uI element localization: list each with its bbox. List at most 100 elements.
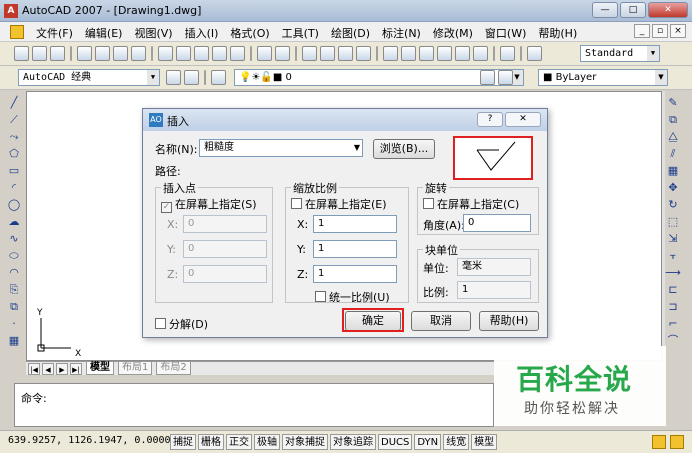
construction-line-icon[interactable]: ⟋: [6, 113, 22, 127]
block-editor-icon[interactable]: [230, 46, 245, 61]
menu-window[interactable]: 窗口(W): [479, 25, 532, 41]
rectangle-icon[interactable]: ▭: [6, 164, 22, 178]
ellipse-arc-icon[interactable]: ◠: [6, 266, 22, 280]
print-icon[interactable]: [77, 46, 92, 61]
copy-object-icon[interactable]: ⧉: [665, 113, 681, 127]
menu-view[interactable]: 视图(V): [128, 25, 178, 41]
markup-icon[interactable]: [455, 46, 470, 61]
menu-file[interactable]: 文件(F): [30, 25, 79, 41]
paste-icon[interactable]: [194, 46, 209, 61]
new-icon[interactable]: [14, 46, 29, 61]
first-tab-icon[interactable]: |◀: [28, 362, 40, 375]
dialog-help-button[interactable]: ?: [477, 112, 503, 127]
dialog-close-button[interactable]: ✕: [505, 112, 541, 127]
text-style-icon[interactable]: [527, 46, 542, 61]
open-icon[interactable]: [32, 46, 47, 61]
scale-on-screen-checkbox[interactable]: 在屏幕上指定(E): [291, 196, 387, 212]
help-icon[interactable]: [500, 46, 515, 61]
rotation-on-screen-checkbox[interactable]: 在屏幕上指定(C): [423, 196, 519, 212]
chamfer-icon[interactable]: ⌐: [665, 317, 681, 331]
otrack-toggle[interactable]: 对象追踪: [330, 434, 376, 450]
document-icon[interactable]: [10, 25, 24, 39]
doc-close-button[interactable]: ×: [670, 24, 686, 38]
menu-draw[interactable]: 绘图(D): [325, 25, 376, 41]
insertion-z-input[interactable]: 0: [183, 265, 267, 283]
menu-edit[interactable]: 编辑(E): [79, 25, 129, 41]
revision-cloud-icon[interactable]: ☁: [6, 215, 22, 229]
autocad-app-icon[interactable]: A: [4, 4, 18, 18]
scale-z-input[interactable]: 1: [313, 265, 397, 283]
color-select[interactable]: ■ ByLayer ▼: [538, 69, 668, 86]
angle-input[interactable]: 0: [463, 214, 531, 232]
insertion-on-screen-checkbox[interactable]: ✓ 在屏幕上指定(S): [161, 196, 257, 213]
doc-minimize-button[interactable]: _: [634, 24, 650, 38]
prev-tab-icon[interactable]: ◀: [42, 362, 54, 375]
help-button[interactable]: 帮助(H): [479, 311, 539, 331]
minimize-button[interactable]: —: [592, 2, 618, 18]
sheet-set-icon[interactable]: [437, 46, 452, 61]
menu-tools[interactable]: 工具(T): [276, 25, 325, 41]
doc-restore-button[interactable]: ▫: [652, 24, 668, 38]
close-button[interactable]: ✕: [648, 2, 688, 18]
line-icon[interactable]: ╱: [6, 96, 22, 110]
offset-icon[interactable]: ⫽: [665, 147, 681, 161]
tool-palettes-icon[interactable]: [419, 46, 434, 61]
fillet-icon[interactable]: ⌒: [665, 334, 681, 348]
workspace-save-icon[interactable]: [184, 70, 199, 85]
preview-icon[interactable]: [95, 46, 110, 61]
insertion-y-input[interactable]: 0: [183, 240, 267, 258]
menu-format[interactable]: 格式(O): [224, 25, 275, 41]
redo-icon[interactable]: [275, 46, 290, 61]
move-icon[interactable]: ✥: [665, 181, 681, 195]
design-center-icon[interactable]: [401, 46, 416, 61]
properties-icon[interactable]: [383, 46, 398, 61]
mirror-icon[interactable]: ⧋: [665, 130, 681, 144]
join-icon[interactable]: ⊐: [665, 300, 681, 314]
zoom-realtime-icon[interactable]: [320, 46, 335, 61]
insert-block-icon[interactable]: ⎘: [6, 283, 22, 297]
break-icon[interactable]: ⊏: [665, 283, 681, 297]
uniform-scale-checkbox[interactable]: 统一比例(U): [315, 289, 390, 305]
polar-toggle[interactable]: 极轴: [254, 434, 280, 450]
stretch-icon[interactable]: ⇲: [665, 232, 681, 246]
erase-icon[interactable]: ✎: [665, 96, 681, 110]
dyn-toggle[interactable]: DYN: [414, 434, 442, 450]
3d-dwf-icon[interactable]: [131, 46, 146, 61]
point-icon[interactable]: ·: [6, 317, 22, 331]
tab-layout2[interactable]: 布局2: [156, 362, 191, 375]
make-current-layer-icon[interactable]: [480, 70, 495, 85]
polyline-icon[interactable]: ⤳: [6, 130, 22, 144]
tray-settings-icon[interactable]: [670, 435, 684, 449]
zoom-previous-icon[interactable]: [356, 46, 371, 61]
pan-icon[interactable]: [302, 46, 317, 61]
model-toggle[interactable]: 模型: [471, 434, 498, 450]
browse-button[interactable]: 浏览(B)...: [373, 139, 435, 159]
grid-toggle[interactable]: 栅格: [198, 434, 224, 450]
maximize-button[interactable]: □: [620, 2, 646, 18]
layer-manager-icon[interactable]: [211, 70, 226, 85]
scale-x-input[interactable]: 1: [313, 215, 397, 233]
rotate-icon[interactable]: ↻: [665, 198, 681, 212]
ducs-toggle[interactable]: DUCS: [378, 434, 413, 450]
make-block-icon[interactable]: ⧉: [6, 300, 22, 314]
workspace-settings-icon[interactable]: [166, 70, 181, 85]
circle-icon[interactable]: ◯: [6, 198, 22, 212]
extend-icon[interactable]: ⟶: [665, 266, 681, 280]
zoom-window-icon[interactable]: [338, 46, 353, 61]
undo-icon[interactable]: [257, 46, 272, 61]
last-tab-icon[interactable]: ▶|: [70, 362, 82, 375]
tab-model[interactable]: 模型: [86, 362, 114, 375]
spline-icon[interactable]: ∿: [6, 232, 22, 246]
array-icon[interactable]: ▦: [665, 164, 681, 178]
cut-icon[interactable]: [158, 46, 173, 61]
lineweight-toggle[interactable]: 线宽: [443, 434, 470, 450]
menu-modify[interactable]: 修改(M): [427, 25, 479, 41]
publish-icon[interactable]: [113, 46, 128, 61]
snap-toggle[interactable]: 捕捉: [170, 434, 196, 450]
scale-y-input[interactable]: 1: [313, 240, 397, 258]
workspace-select[interactable]: AutoCAD 经典 ▼: [18, 69, 160, 86]
save-icon[interactable]: [50, 46, 65, 61]
osnap-toggle[interactable]: 对象捕捉: [282, 434, 328, 450]
lock-icon[interactable]: [652, 435, 666, 449]
hatch-icon[interactable]: ▦: [6, 334, 22, 348]
